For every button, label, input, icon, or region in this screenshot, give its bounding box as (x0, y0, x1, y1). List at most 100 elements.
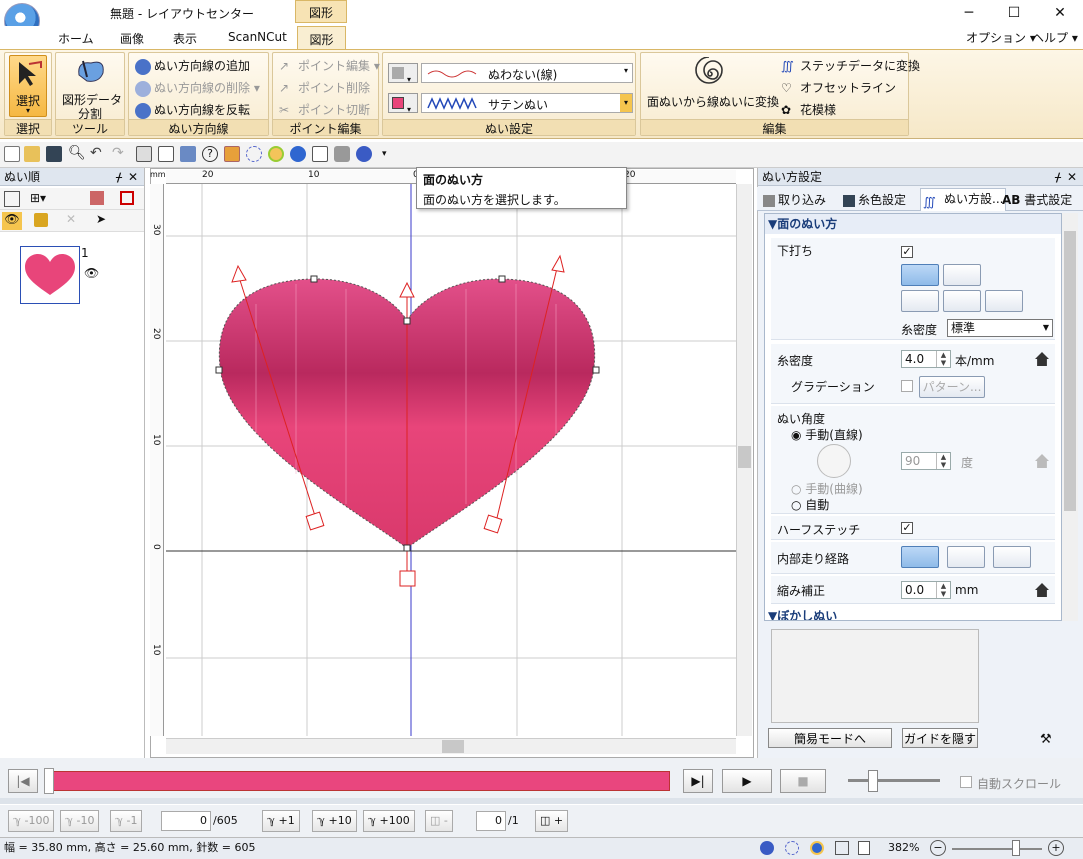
point-edit-button[interactable]: ↗ ポイント編集 ▾ (279, 57, 380, 75)
offset-line-button[interactable]: ♡ オフセットライン (781, 79, 896, 97)
flower-pattern-button[interactable]: ✿ 花模様 (781, 101, 836, 119)
home-icon[interactable] (1035, 352, 1049, 366)
underlay-type-5-button[interactable] (985, 290, 1023, 312)
auto-radio[interactable]: ○ 自動 (791, 496, 829, 513)
zoom-in-icon[interactable]: + (1048, 840, 1064, 856)
preview-icon[interactable] (268, 146, 284, 162)
tab-home[interactable]: ホーム (48, 28, 104, 48)
save-icon[interactable] (46, 146, 62, 162)
horizontal-scrollbar[interactable] (166, 738, 736, 754)
machine-icon[interactable] (334, 146, 350, 162)
sewing-item-thumbnail[interactable] (20, 246, 80, 304)
section-blur[interactable]: ▼ぼかしぬい (765, 606, 1061, 620)
step-minus-1-button[interactable]: ℽ -1 (110, 810, 143, 832)
pin-icon[interactable]: ᚋ (116, 168, 122, 186)
line-color-button[interactable]: ▾ (388, 63, 418, 84)
underlay-checkbox[interactable]: ✓ (901, 246, 913, 258)
add-sew-direction-button[interactable]: ぬい方向線の追加 (135, 57, 250, 75)
underlay-type-2-button[interactable] (943, 264, 981, 286)
color-sort-icon[interactable] (90, 191, 104, 205)
home-icon[interactable] (1035, 454, 1049, 468)
zoom-slider[interactable] (952, 848, 1042, 850)
manual-curve-radio[interactable]: ○ 手動(曲線) (791, 480, 863, 497)
speed-slider[interactable] (848, 779, 940, 782)
stop-button[interactable]: ■ (780, 769, 826, 793)
play-button[interactable]: ▶ (722, 769, 772, 793)
pattern-button[interactable]: パターン... (919, 376, 985, 398)
tab-view[interactable]: 表示 (163, 28, 207, 48)
visible-eye-icon[interactable]: 👁︎ (84, 266, 99, 280)
settings-scrollbar[interactable] (1062, 213, 1078, 621)
fill-to-line-button[interactable]: 面ぬいから線ぬいに変換 (647, 93, 779, 110)
stitch-progress-bar[interactable] (50, 771, 670, 791)
step-minus-10-button[interactable]: ℽ -10 (60, 810, 100, 832)
stop-icon[interactable] (120, 191, 134, 205)
hide-guide-button[interactable]: ガイドを隠す (902, 728, 978, 748)
underlay-type-3-button[interactable] (901, 290, 939, 312)
vertical-scrollbar[interactable] (736, 184, 752, 736)
view-mode-3-icon[interactable] (810, 841, 824, 855)
gradation-checkbox[interactable] (901, 380, 913, 392)
help-icon[interactable]: ? (202, 146, 218, 162)
tab-import[interactable]: 取り込み (763, 191, 826, 208)
step-plus-100-button[interactable]: ℽ +100 (363, 810, 415, 832)
progress-slider-thumb[interactable] (44, 768, 54, 794)
step-minus-100-button[interactable]: ℽ -100 (8, 810, 55, 832)
horizontal-scroll-thumb[interactable] (442, 740, 464, 753)
vertical-scroll-thumb[interactable] (738, 446, 751, 468)
tab-sew-method[interactable]: ∭ ぬい方設... (920, 188, 1007, 211)
tools-icon[interactable]: ⚒ (1040, 732, 1052, 747)
point-cut-button[interactable]: ✂ ポイント切断 (279, 101, 370, 119)
step-plus-1-button[interactable]: ℽ +1 (262, 810, 300, 832)
angle-input[interactable]: 90 ▲ ▼ (901, 452, 951, 470)
sew-view-icon[interactable] (290, 146, 306, 162)
realistic-view-icon[interactable] (246, 146, 262, 162)
wireless-icon[interactable] (356, 146, 372, 162)
view-mode-1-icon[interactable] (760, 841, 774, 855)
inner-path-1-button[interactable] (901, 546, 939, 568)
fill-color-button[interactable]: ▾ (388, 93, 418, 114)
shrink-input[interactable]: 0.0 ▲ ▼ (901, 581, 951, 599)
lock-icon[interactable] (34, 213, 48, 227)
shape-split-icon[interactable] (73, 55, 109, 85)
stitch-sim-icon[interactable] (224, 146, 240, 162)
open-folder-icon[interactable] (24, 146, 40, 162)
manual-line-radio[interactable]: ◉ 手動(直線) (791, 426, 863, 443)
zoom-out-icon[interactable]: − (930, 840, 946, 856)
reverse-sew-direction-button[interactable]: ぬい方向線を反転 (135, 101, 250, 119)
page-view-icon[interactable] (858, 841, 870, 855)
delete-sew-direction-button[interactable]: ぬい方向線の削除 ▾ (135, 79, 260, 97)
customize-toolbar-icon[interactable]: ▾ (382, 146, 398, 162)
frame-minus-button[interactable]: ◫ - (425, 810, 453, 832)
point-delete-button[interactable]: ↗ ポイント削除 (279, 79, 370, 97)
eye-toggle-icon[interactable]: 👁︎ (2, 212, 22, 230)
line-sew-type-select[interactable]: ぬわない(線) ▾ (421, 63, 633, 83)
group-icon[interactable]: ⊞▾ (30, 191, 46, 205)
grid-icon[interactable] (835, 841, 849, 855)
page-icon[interactable] (158, 146, 174, 162)
pin-icon[interactable]: ᚋ (1055, 168, 1061, 186)
stitch-position-input[interactable]: 0 (161, 811, 211, 831)
zoom-slider-thumb[interactable] (1012, 840, 1020, 856)
help-menu[interactable]: ヘルプ ▾ (1032, 29, 1078, 46)
select-button[interactable]: 選択 ▾ (9, 55, 47, 117)
close-button[interactable]: ✕ (1038, 2, 1082, 24)
autoscroll-checkbox[interactable] (960, 776, 972, 788)
section-fill-method[interactable]: ▼面のぬい方 (765, 214, 1061, 234)
panel-close-icon[interactable]: ✕ (1067, 168, 1077, 186)
layout-icon[interactable] (180, 146, 196, 162)
frame-position-input[interactable]: 0 (476, 811, 506, 831)
half-stitch-checkbox[interactable]: ✓ (901, 522, 913, 534)
print-preview-icon[interactable] (312, 146, 328, 162)
jump-end-button[interactable]: ▶| (683, 769, 713, 793)
frame-plus-button[interactable]: ◫ + (535, 810, 569, 832)
convert-stitch-button[interactable]: ∭ ステッチデータに変換 (781, 57, 920, 75)
tab-text-format[interactable]: AB 書式設定 (1002, 191, 1072, 208)
settings-scroll-thumb[interactable] (1064, 231, 1076, 511)
new-file-icon[interactable] (4, 146, 20, 162)
minimize-button[interactable]: ─ (947, 2, 991, 24)
inner-path-3-button[interactable] (993, 546, 1031, 568)
underlay-density-select[interactable]: 標準 ▼ (947, 319, 1053, 337)
maximize-button[interactable]: ☐ (992, 2, 1036, 24)
thread-density-input[interactable]: 4.0 ▲ ▼ (901, 350, 951, 368)
